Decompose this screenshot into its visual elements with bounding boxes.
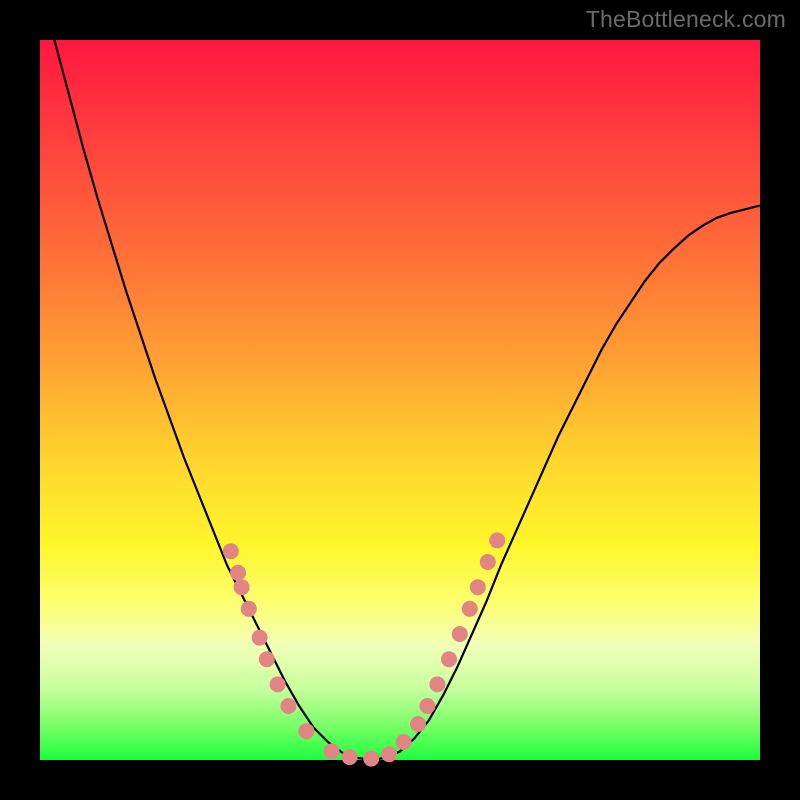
marker-left-arm: [223, 543, 239, 559]
marker-left-arm: [298, 723, 314, 739]
marker-trough: [342, 749, 358, 765]
marker-left-arm: [280, 698, 296, 714]
marker-left-arm: [252, 630, 268, 646]
marker-right-arm: [480, 554, 496, 570]
marker-left-arm: [270, 676, 286, 692]
chart-stage: TheBottleneck.com: [0, 0, 800, 800]
plot-area: [40, 40, 760, 760]
marker-right-arm: [489, 532, 505, 548]
marker-right-arm: [441, 651, 457, 667]
marker-group: [223, 532, 505, 766]
marker-trough: [381, 746, 397, 762]
marker-right-arm: [462, 601, 478, 617]
marker-left-arm: [259, 651, 275, 667]
marker-right-arm: [429, 676, 445, 692]
marker-right-arm: [452, 626, 468, 642]
marker-right-arm: [470, 579, 486, 595]
watermark-text: TheBottleneck.com: [586, 6, 786, 33]
marker-left-arm: [241, 601, 257, 617]
marker-left-arm: [234, 579, 250, 595]
marker-right-arm: [396, 734, 412, 750]
curve-svg: [40, 40, 760, 760]
marker-right-arm: [410, 716, 426, 732]
marker-trough: [363, 751, 379, 767]
marker-trough: [324, 743, 340, 759]
marker-left-arm: [230, 565, 246, 581]
bottleneck-curve: [40, 0, 760, 760]
marker-right-arm: [419, 698, 435, 714]
